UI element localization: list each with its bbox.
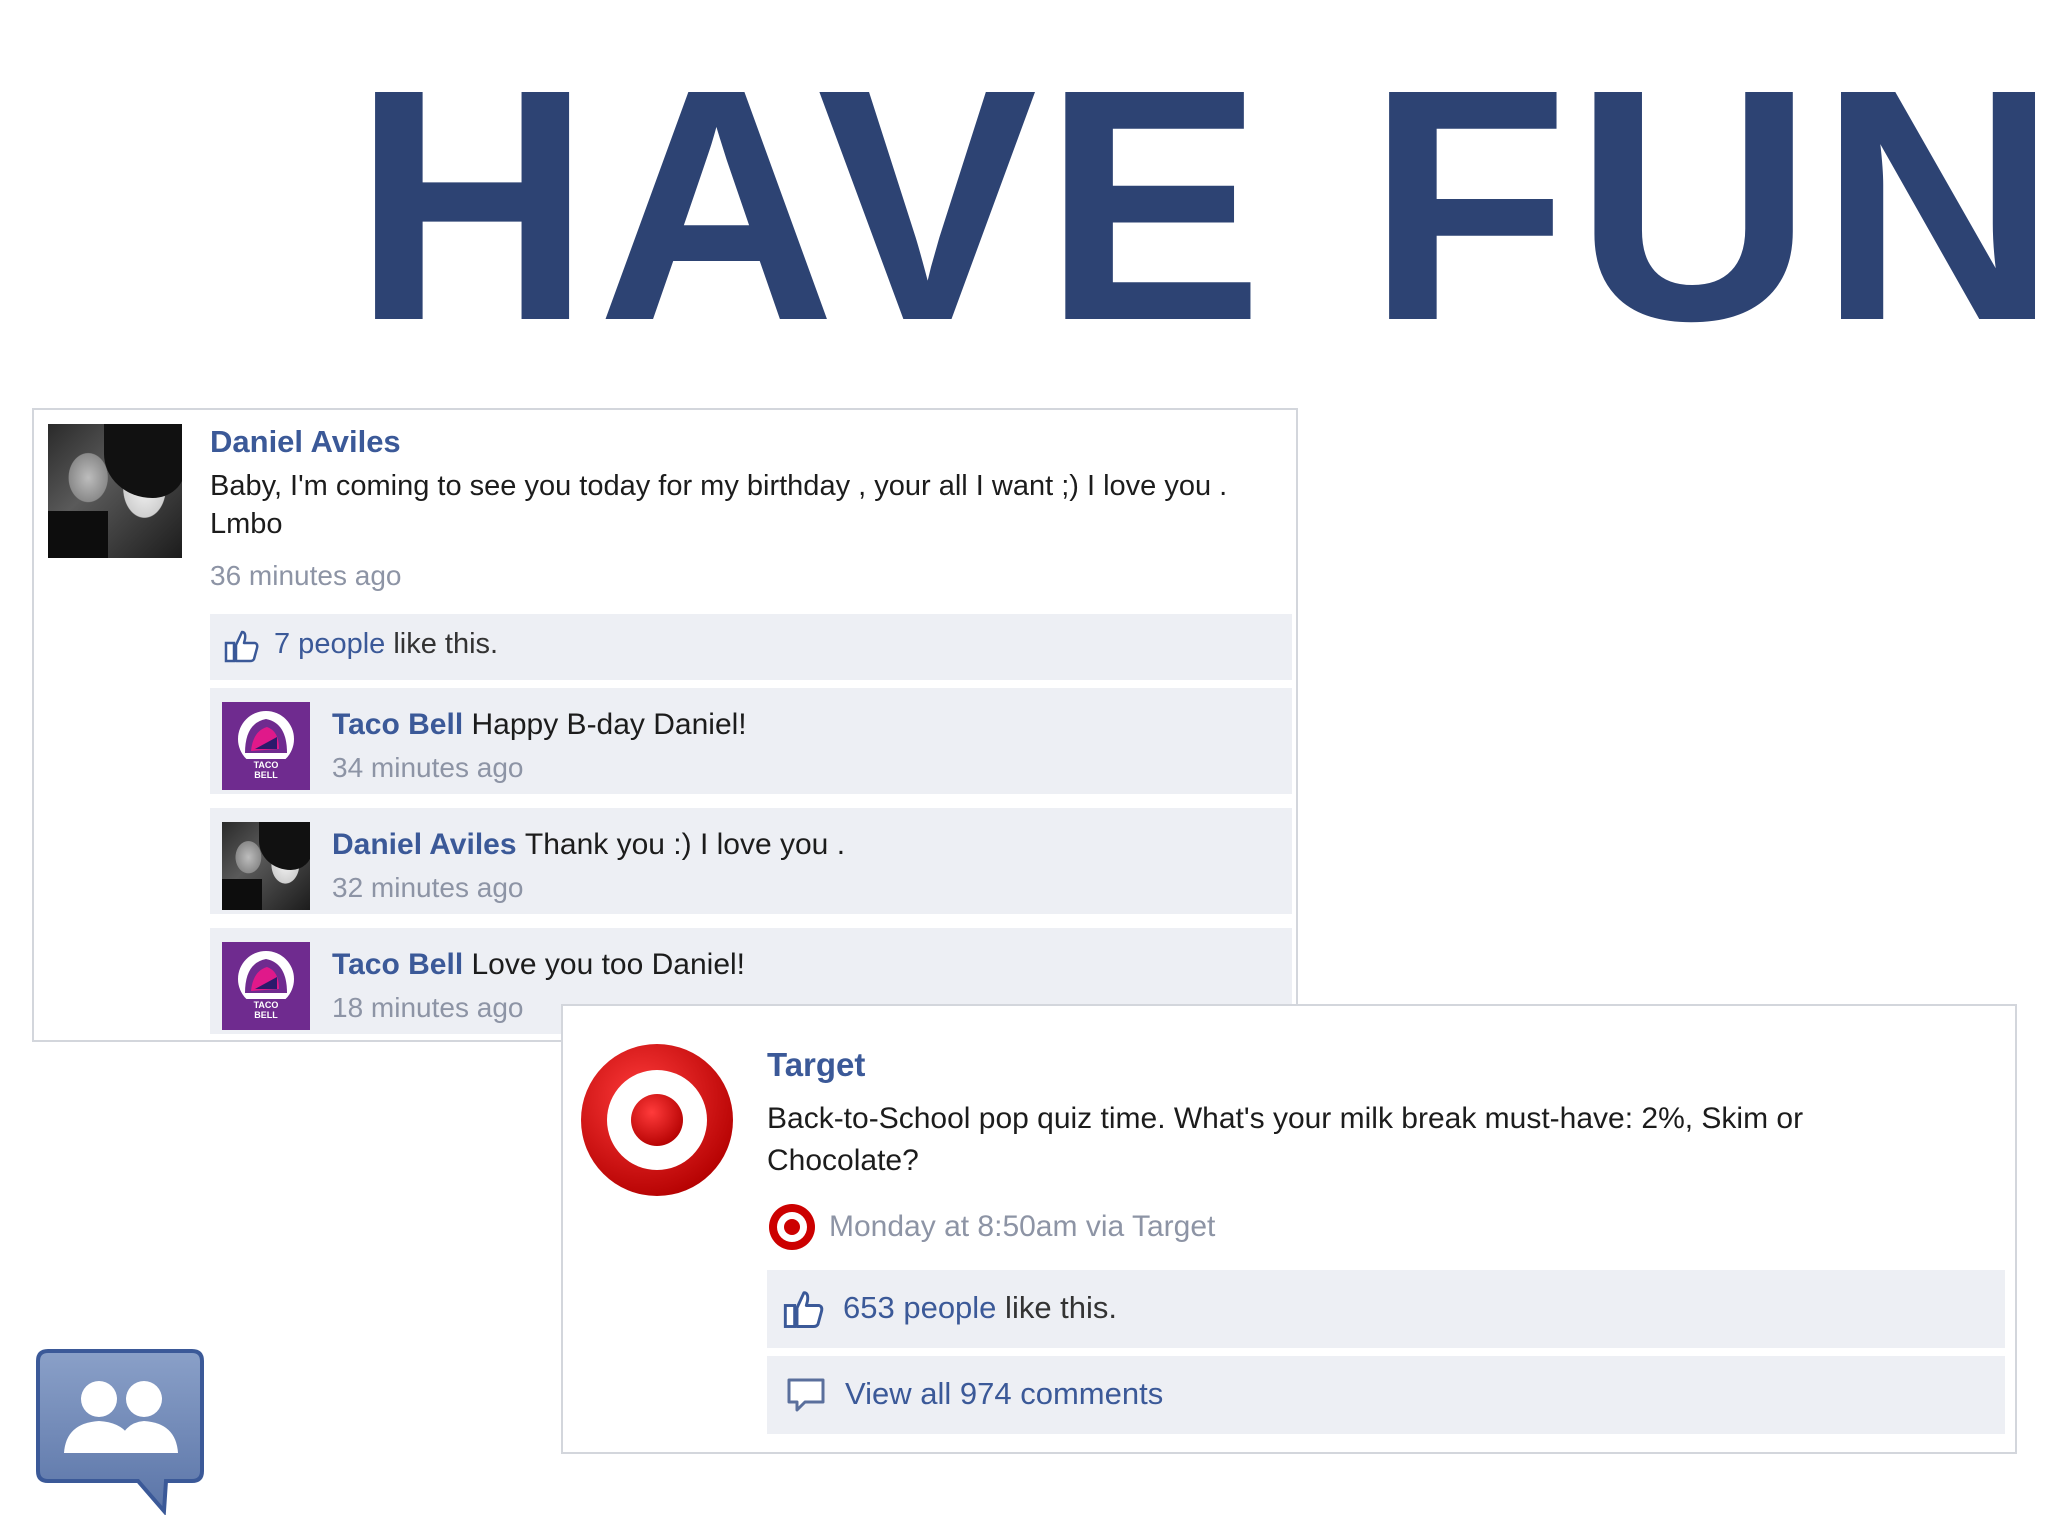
svg-text:TACO: TACO (254, 1000, 279, 1010)
likes-bar: 7 people like this. (210, 614, 1292, 680)
post-timestamp[interactable]: Monday at 8:50am via Target (829, 1210, 1215, 1244)
thumbs-up-icon[interactable] (224, 628, 260, 664)
likes-count-link[interactable]: 653 people (843, 1290, 996, 1325)
taco-bell-logo[interactable]: TACO BELL (222, 702, 310, 790)
comment-author[interactable]: Taco Bell (332, 708, 463, 741)
post-target: Target Back-to-School pop quiz time. Wha… (561, 1004, 2017, 1454)
target-logo[interactable] (579, 1042, 735, 1198)
post-message-line-1: Back-to-School pop quiz time. What's you… (767, 1102, 1804, 1135)
comment-text: Love you too Daniel! (471, 948, 746, 981)
comment-text: Happy B-day Daniel! (471, 708, 747, 741)
groups-icon (36, 1349, 204, 1515)
svg-text:TACO: TACO (254, 760, 279, 770)
likes-count-link[interactable]: 7 people (274, 628, 385, 660)
likes-suffix: like this. (996, 1290, 1118, 1325)
comment-timestamp[interactable]: 18 minutes ago (332, 992, 523, 1024)
comment-author[interactable]: Daniel Aviles (332, 828, 517, 861)
comment-author[interactable]: Taco Bell (332, 948, 463, 981)
target-small-icon (769, 1204, 815, 1250)
post-message-line-2: Lmbo (210, 508, 283, 540)
comment-item: Daniel Aviles Thank you :) I love you . … (210, 808, 1292, 914)
svg-text:BELL: BELL (254, 770, 278, 780)
view-all-comments-link[interactable]: View all 974 comments (845, 1376, 1163, 1412)
post-author[interactable]: Target (767, 1046, 865, 1084)
post-message-line-2: Chocolate? (767, 1144, 919, 1177)
taco-bell-bell-icon: TACO BELL (238, 951, 294, 1020)
post-author[interactable]: Daniel Aviles (210, 424, 401, 460)
likes-suffix: like this. (385, 628, 499, 660)
post-timestamp[interactable]: 36 minutes ago (210, 560, 401, 592)
taco-bell-logo[interactable]: TACO BELL (222, 942, 310, 1030)
avatar[interactable] (222, 822, 310, 910)
comment-text: Thank you :) I love you . (524, 828, 846, 861)
taco-bell-bell-icon: TACO BELL (238, 711, 294, 780)
comment-timestamp[interactable]: 34 minutes ago (332, 752, 523, 784)
likes-bar: 653 people like this. (767, 1270, 2005, 1348)
post-daniel-aviles: Daniel Aviles Baby, I'm coming to see yo… (32, 408, 1298, 1042)
post-message-line-1: Baby, I'm coming to see you today for my… (210, 470, 1228, 502)
avatar[interactable] (48, 424, 182, 558)
view-comments-bar[interactable]: View all 974 comments (767, 1356, 2005, 1434)
comment-timestamp[interactable]: 32 minutes ago (332, 872, 523, 904)
headline: HAVE FUN (353, 20, 2048, 389)
comment-item: TACO BELL Taco Bell Happy B-day Daniel! … (210, 688, 1292, 794)
svg-text:BELL: BELL (254, 1010, 278, 1020)
comment-bubble-icon (787, 1378, 825, 1412)
thumbs-up-icon[interactable] (783, 1288, 825, 1330)
